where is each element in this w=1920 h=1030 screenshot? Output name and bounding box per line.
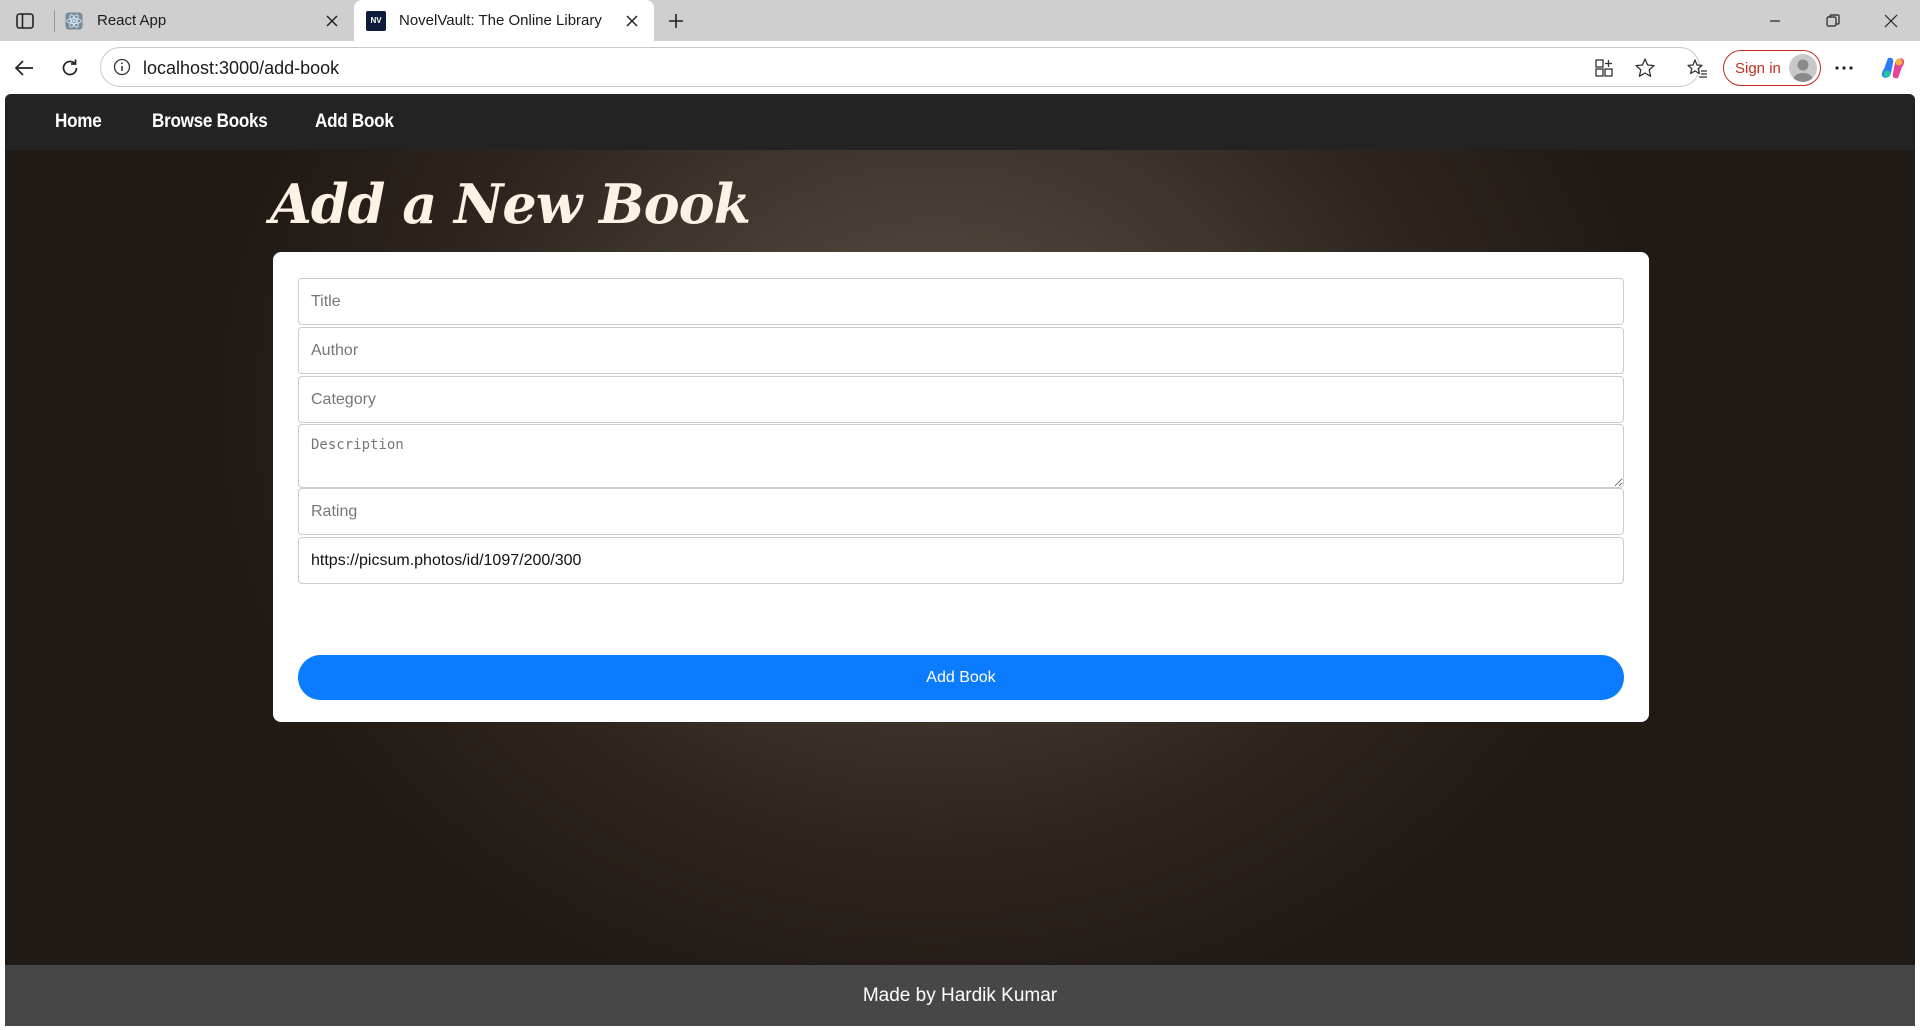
sidebar-toggle-icon[interactable]	[10, 9, 40, 33]
rating-input[interactable]	[298, 488, 1624, 535]
footer-credit: Made by Hardik Kumar	[862, 984, 1058, 1006]
add-book-button[interactable]: Add Book	[298, 655, 1624, 700]
browser-tab-react-app[interactable]: React App	[52, 0, 354, 41]
new-tab-icon[interactable]	[662, 7, 690, 35]
browser-tab-strip: React App NV NovelVault: The Online Libr…	[0, 0, 1920, 41]
window-close-icon[interactable]	[1862, 0, 1920, 41]
close-icon[interactable]	[320, 9, 344, 33]
restore-icon[interactable]	[1804, 0, 1862, 41]
category-input[interactable]	[298, 376, 1624, 423]
site-navbar: Home Browse Books Add Book	[5, 94, 1915, 150]
tab-title: NovelVault: The Online Library	[399, 12, 602, 29]
react-icon	[64, 11, 84, 31]
favorites-icon[interactable]	[1680, 51, 1714, 85]
more-options-icon[interactable]	[1827, 51, 1861, 85]
description-textarea[interactable]	[298, 424, 1624, 488]
image-url-input[interactable]	[298, 537, 1624, 584]
nav-link-home[interactable]: Home	[55, 111, 102, 133]
browser-toolbar: localhost:3000/add-book Sign in	[0, 41, 1920, 94]
app-available-icon[interactable]	[1591, 55, 1617, 81]
web-page: Home Browse Books Add Book Add a New Boo…	[5, 94, 1915, 1026]
copilot-icon[interactable]	[1876, 51, 1910, 85]
address-bar[interactable]: localhost:3000/add-book	[100, 47, 1700, 87]
page-title: Add a New Book	[270, 172, 751, 236]
add-book-form: Add Book	[273, 252, 1649, 722]
sign-in-button[interactable]: Sign in	[1723, 50, 1821, 86]
nv-logo-icon: NV	[366, 10, 386, 31]
sign-in-label: Sign in	[1735, 59, 1781, 77]
nav-link-add-book[interactable]: Add Book	[315, 111, 394, 133]
nav-link-browse-books[interactable]: Browse Books	[152, 111, 268, 133]
minimize-icon[interactable]	[1746, 0, 1804, 41]
close-icon[interactable]	[620, 9, 644, 33]
author-input[interactable]	[298, 327, 1624, 374]
site-info-icon[interactable]	[111, 56, 133, 78]
site-footer: Made by Hardik Kumar	[5, 965, 1915, 1026]
back-arrow-icon[interactable]	[7, 51, 41, 85]
browser-tab-novelvault[interactable]: NV NovelVault: The Online Library	[354, 0, 654, 41]
refresh-icon[interactable]	[53, 51, 87, 85]
favorite-star-icon[interactable]	[1632, 55, 1658, 81]
profile-avatar-icon	[1789, 54, 1817, 82]
tab-title: React App	[97, 12, 167, 29]
url-text: localhost:3000/add-book	[143, 58, 340, 78]
title-input[interactable]	[298, 278, 1624, 325]
